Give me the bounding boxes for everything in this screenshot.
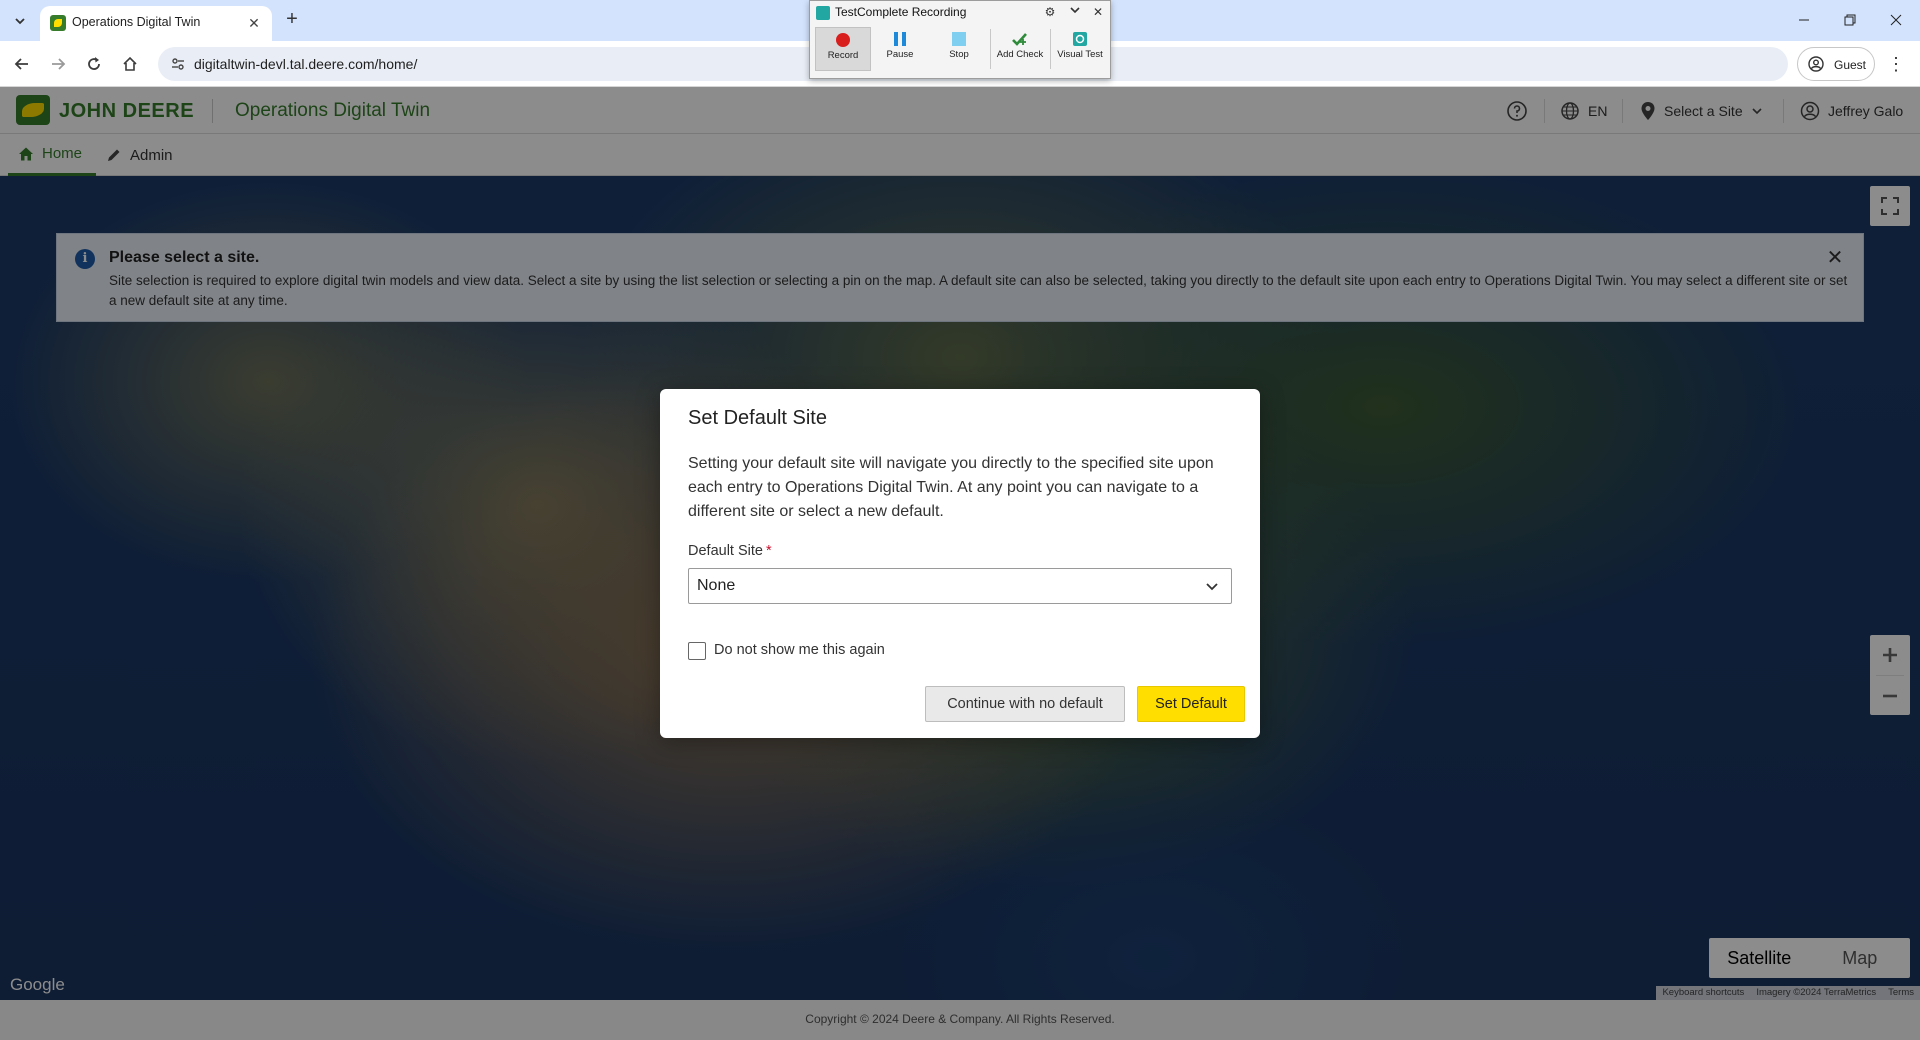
add-check-icon <box>1012 33 1027 46</box>
testcomplete-close-icon[interactable]: ✕ <box>1090 4 1106 20</box>
toolbar-separator <box>990 29 991 69</box>
do-not-show-label[interactable]: Do not show me this again <box>714 642 885 658</box>
add-check-button[interactable]: Add Check <box>992 27 1048 71</box>
profile-label: Guest <box>1834 58 1867 72</box>
minimize-icon[interactable] <box>1790 8 1818 32</box>
visual-test-icon <box>1073 32 1087 46</box>
record-label: Record <box>827 50 859 61</box>
tab-close-icon[interactable]: ✕ <box>244 13 264 33</box>
stop-label: Stop <box>949 49 969 60</box>
stop-icon <box>952 32 966 46</box>
testcomplete-title: TestComplete Recording <box>835 5 967 19</box>
visual-test-label: Visual Test <box>1057 49 1103 60</box>
chevron-down-icon <box>15 18 25 25</box>
default-site-value: None <box>697 577 736 594</box>
collapse-chevron-icon[interactable] <box>1067 4 1083 20</box>
new-tab-button[interactable]: + <box>281 9 303 31</box>
set-default-site-dialog: Set Default Site Setting your default si… <box>660 389 1260 738</box>
visual-test-button[interactable]: Visual Test <box>1052 27 1108 71</box>
dialog-body: Setting your default site will navigate … <box>688 455 1214 520</box>
profile-button[interactable]: Guest <box>1797 47 1875 81</box>
dialog-title: Set Default Site <box>688 407 827 429</box>
home-icon[interactable] <box>118 52 142 76</box>
forward-arrow-icon[interactable] <box>46 52 70 76</box>
continue-no-default-button[interactable]: Continue with no default <box>925 686 1125 722</box>
pause-button[interactable]: Pause <box>872 27 928 71</box>
do-not-show-checkbox[interactable] <box>688 642 706 660</box>
settings-gear-icon[interactable]: ⚙ <box>1042 4 1058 20</box>
set-default-button[interactable]: Set Default <box>1137 686 1245 722</box>
default-site-label: Default Site * <box>688 543 772 559</box>
site-info-icon[interactable] <box>170 56 186 72</box>
browser-tab[interactable]: Operations Digital Twin ✕ <box>40 6 272 41</box>
testcomplete-recording-toolbar: TestComplete Recording ⚙ ✕ Record Pause … <box>809 0 1111 79</box>
back-arrow-icon[interactable] <box>10 52 34 76</box>
john-deere-favicon-icon <box>50 15 66 31</box>
chevron-down-icon <box>1206 583 1218 591</box>
tab-search-button[interactable] <box>9 10 31 32</box>
pause-label: Pause <box>886 49 914 60</box>
user-circle-icon <box>1808 56 1824 72</box>
browser-menu-icon[interactable]: ⋮ <box>1884 52 1908 76</box>
record-icon <box>836 33 850 47</box>
required-marker: * <box>765 543 772 559</box>
record-button[interactable]: Record <box>815 27 871 71</box>
reload-icon[interactable] <box>82 52 106 76</box>
pause-icon <box>894 32 906 46</box>
default-site-select[interactable]: None <box>688 568 1232 604</box>
url-text: digitaltwin-devl.tal.deere.com/home/ <box>194 56 418 72</box>
tab-title: Operations Digital Twin <box>72 15 201 29</box>
default-site-label-text: Default Site <box>688 543 763 559</box>
testcomplete-logo-icon <box>816 6 830 20</box>
stop-button[interactable]: Stop <box>931 27 987 71</box>
window-close-icon[interactable] <box>1882 8 1910 32</box>
add-check-label: Add Check <box>996 49 1044 60</box>
toolbar-separator <box>1050 29 1051 69</box>
restore-icon[interactable] <box>1836 8 1864 32</box>
